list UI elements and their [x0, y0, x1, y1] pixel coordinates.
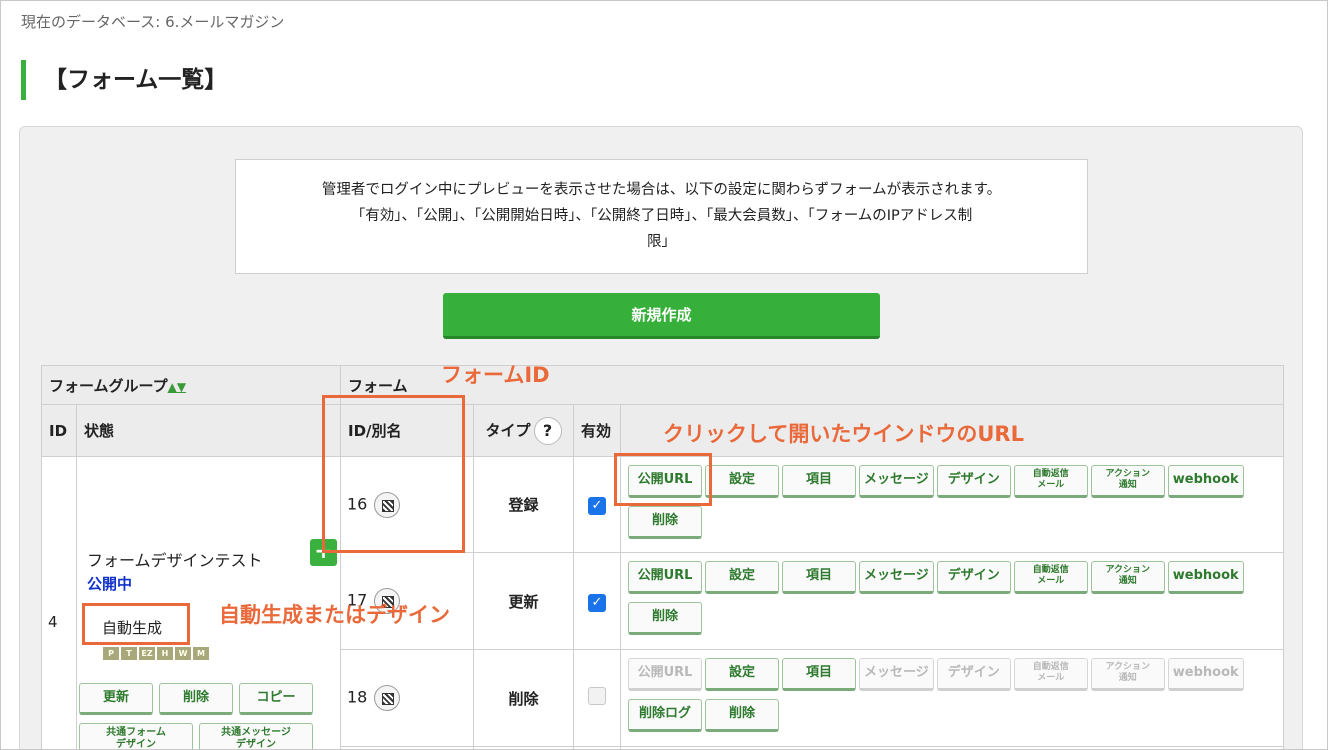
device-icon: T: [121, 647, 137, 660]
action-button[interactable]: 公開URL: [628, 561, 702, 594]
valid-cell: [573, 649, 621, 747]
empty-cell: [473, 746, 574, 749]
action-button[interactable]: 設定: [705, 465, 779, 498]
group-id: 4: [41, 456, 77, 749]
action-button[interactable]: メッセージ: [859, 465, 934, 498]
action-button[interactable]: 削除ログ: [628, 699, 702, 732]
action-button[interactable]: 設定: [705, 561, 779, 594]
help-icon[interactable]: ?: [533, 416, 562, 445]
valid-checkbox[interactable]: ✓: [588, 497, 606, 515]
annotation-box-form-id: [322, 395, 465, 553]
col-state: 状態: [76, 404, 341, 457]
empty-cell: [620, 746, 1284, 749]
form-id-cell: 18: [340, 649, 474, 747]
action-button[interactable]: 項目: [782, 465, 856, 498]
annotation-box-auto: [82, 603, 190, 645]
annotation-auto-design: 自動生成またはデザイン: [219, 603, 450, 627]
action-button[interactable]: webhook: [1167, 465, 1244, 498]
device-icon: P: [103, 647, 119, 660]
action-button[interactable]: 公開URL: [628, 658, 702, 691]
action-button[interactable]: 自動返信 メール: [1013, 658, 1088, 691]
valid-cell: ✓: [573, 552, 621, 650]
status-badge: 公開中: [87, 575, 133, 593]
action-button[interactable]: 設定: [705, 658, 779, 691]
action-button[interactable]: 自動返信 メール: [1013, 465, 1088, 498]
group-name: フォームデザインテスト: [87, 551, 263, 570]
annotation-form-id: フォームID: [441, 363, 550, 387]
breadcrumb: 現在のデータベース: 6.メールマガジン: [21, 13, 285, 31]
valid-checkbox[interactable]: [588, 687, 606, 705]
form-type: 更新: [473, 552, 574, 650]
notice-line-2: 「有効」、「公開」、「公開開始日時」、「公開終了日時」、「最大会員数」、「フォー…: [350, 208, 973, 224]
action-button[interactable]: デザイン: [936, 465, 1011, 498]
group-header: フォームグループ▲▼: [41, 365, 341, 405]
page-frame: 現在のデータベース: 6.メールマガジン 【フォーム一覧】 管理者でログイン中に…: [0, 0, 1328, 750]
device-icon: M: [193, 647, 209, 660]
notice-line-1: 管理者でログイン中にプレビューを表示させた場合は、以下の設定に関わらずフォームが…: [321, 182, 1002, 198]
action-button[interactable]: webhook: [1167, 561, 1244, 594]
device-icon: EZ: [139, 647, 155, 660]
action-button[interactable]: デザイン: [936, 561, 1011, 594]
action-button[interactable]: 削除: [628, 506, 702, 539]
empty-cell: [340, 746, 474, 749]
empty-cell: [573, 746, 621, 749]
col-valid: 有効: [573, 404, 621, 457]
action-button[interactable]: 削除: [628, 602, 702, 635]
form-type: 削除: [473, 649, 574, 747]
valid-checkbox[interactable]: ✓: [588, 593, 606, 612]
group-copy-button[interactable]: コピー: [239, 683, 313, 715]
action-button[interactable]: 削除: [705, 699, 779, 732]
common-message-design-button[interactable]: 共通メッセージ デザイン: [199, 723, 313, 749]
col-id: ID: [41, 404, 77, 457]
action-button[interactable]: アクション 通知: [1090, 465, 1165, 498]
device-icon: H: [157, 647, 173, 660]
notice-line-3: 限」: [647, 234, 676, 250]
col-type-label: タイプ: [485, 421, 531, 439]
action-button[interactable]: メッセージ: [859, 561, 934, 594]
actions-cell: 公開URL 設定 項目 メッセージ デザイン 自動返信 メールアクション 通知 webhoo…: [620, 456, 1284, 553]
page-title: 【フォーム一覧】: [21, 60, 227, 100]
action-button[interactable]: アクション 通知: [1090, 658, 1165, 691]
action-button[interactable]: メッセージ: [859, 658, 934, 691]
common-form-design-button[interactable]: 共通フォーム デザイン: [79, 723, 193, 749]
action-button[interactable]: webhook: [1167, 658, 1244, 691]
group-update-button[interactable]: 更新: [79, 683, 153, 715]
actions-cell: 公開URL 設定 項目 メッセージ デザイン 自動返信 メールアクション 通知 webhoo…: [620, 649, 1284, 747]
group-delete-button[interactable]: 削除: [159, 683, 233, 715]
actions-cell: 公開URL 設定 項目 メッセージ デザイン 自動返信 メールアクション 通知 webhoo…: [620, 552, 1284, 650]
qr-code-icon[interactable]: [374, 685, 401, 711]
main-panel: 管理者でログイン中にプレビューを表示させた場合は、以下の設定に関わらずフォームが…: [19, 126, 1303, 749]
action-button[interactable]: 項目: [782, 658, 856, 691]
sort-toggle[interactable]: ▲▼: [168, 380, 186, 394]
create-new-button[interactable]: 新規作成: [443, 293, 880, 339]
annotation-public-url: クリックして開いたウインドウのURL: [663, 422, 1024, 446]
action-button[interactable]: 項目: [782, 561, 856, 594]
notice-box: 管理者でログイン中にプレビューを表示させた場合は、以下の設定に関わらずフォームが…: [235, 159, 1088, 274]
action-button[interactable]: アクション 通知: [1090, 561, 1165, 594]
action-button[interactable]: 自動返信 メール: [1013, 561, 1088, 594]
col-type: タイプ?: [473, 404, 574, 457]
form-type: 登録: [473, 456, 574, 553]
form-id: 18: [347, 687, 368, 707]
device-icon: W: [175, 647, 191, 660]
action-button[interactable]: デザイン: [936, 658, 1011, 691]
group-header-label: フォームグループ: [49, 376, 168, 395]
annotation-box-public-url: [614, 453, 712, 506]
